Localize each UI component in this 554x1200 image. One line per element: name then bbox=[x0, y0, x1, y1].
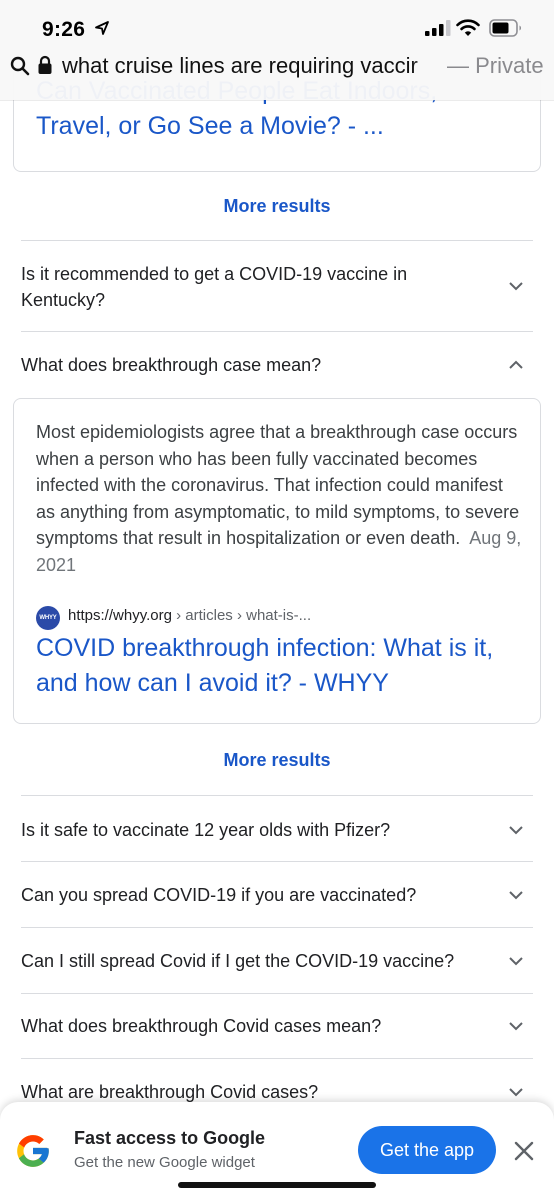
banner-subtitle: Get the new Google widget bbox=[74, 1154, 255, 1171]
status-bar: 9:26 bbox=[0, 0, 554, 50]
status-time: 9:26 bbox=[42, 18, 86, 41]
whyy-logo: WHYY bbox=[36, 606, 60, 630]
more-results-link-1[interactable]: More results bbox=[0, 196, 554, 217]
url-query-text: what cruise lines are requiring vaccir bbox=[62, 53, 418, 78]
private-mode-label: — Private bbox=[447, 53, 544, 78]
source-domain: https://whyy.org bbox=[68, 607, 172, 624]
banner-title: Fast access to Google bbox=[74, 1128, 266, 1148]
chevron-down-icon[interactable] bbox=[506, 276, 526, 296]
chevron-up-icon[interactable] bbox=[506, 355, 526, 375]
previous-result-title-line2: Travel, or Go See a Movie? - ... bbox=[36, 112, 384, 140]
faq-question-5[interactable]: Can I still spread Covid if I get the CO… bbox=[21, 948, 533, 974]
faq-question-2[interactable]: What does breakthrough case mean? bbox=[21, 352, 533, 378]
source-title-link[interactable]: COVID breakthrough infection: What is it… bbox=[36, 631, 526, 701]
answer-snippet: Most epidemiologists agree that a breakt… bbox=[36, 419, 526, 578]
faq-question-3[interactable]: Is it safe to vaccinate 12 year olds wit… bbox=[21, 817, 533, 843]
address-bar[interactable]: what cruise lines are requiring vaccir —… bbox=[0, 50, 554, 84]
search-icon bbox=[10, 56, 30, 76]
divider bbox=[21, 331, 533, 332]
close-icon[interactable] bbox=[512, 1139, 536, 1163]
chevron-down-icon[interactable] bbox=[506, 820, 526, 840]
lock-icon bbox=[38, 55, 52, 74]
chevron-down-icon[interactable] bbox=[506, 1082, 526, 1102]
get-the-app-button[interactable]: Get the app bbox=[358, 1126, 496, 1174]
wifi-icon bbox=[456, 19, 480, 36]
chevron-down-icon[interactable] bbox=[506, 885, 526, 905]
divider bbox=[21, 993, 533, 994]
chevron-down-icon[interactable] bbox=[506, 951, 526, 971]
battery-icon bbox=[489, 19, 522, 37]
home-indicator bbox=[178, 1182, 376, 1188]
divider bbox=[21, 861, 533, 862]
faq-question-1[interactable]: Is it recommended to get a COVID-19 vacc… bbox=[21, 261, 491, 313]
answer-card: Most epidemiologists agree that a breakt… bbox=[13, 398, 541, 724]
browser-top-bar: 9:26 what cruise lines are requiring vac… bbox=[0, 0, 554, 100]
divider bbox=[21, 927, 533, 928]
cellular-signal-icon bbox=[425, 20, 451, 36]
url-fade bbox=[412, 50, 444, 84]
answer-text: Most epidemiologists agree that a breakt… bbox=[36, 422, 520, 548]
more-results-link-2[interactable]: More results bbox=[0, 750, 554, 771]
google-g-icon bbox=[17, 1135, 49, 1167]
divider bbox=[21, 795, 533, 796]
chevron-down-icon[interactable] bbox=[506, 1016, 526, 1036]
location-arrow-icon bbox=[95, 21, 109, 35]
divider bbox=[21, 240, 533, 241]
source-path: › articles › what-is-... bbox=[171, 607, 312, 624]
faq-question-6[interactable]: What does breakthrough Covid cases mean? bbox=[21, 1013, 533, 1039]
divider bbox=[21, 1058, 533, 1059]
faq-question-4[interactable]: Can you spread COVID-19 if you are vacci… bbox=[21, 882, 533, 908]
source-url[interactable]: https://whyy.org › articles › what-is-..… bbox=[68, 607, 311, 624]
